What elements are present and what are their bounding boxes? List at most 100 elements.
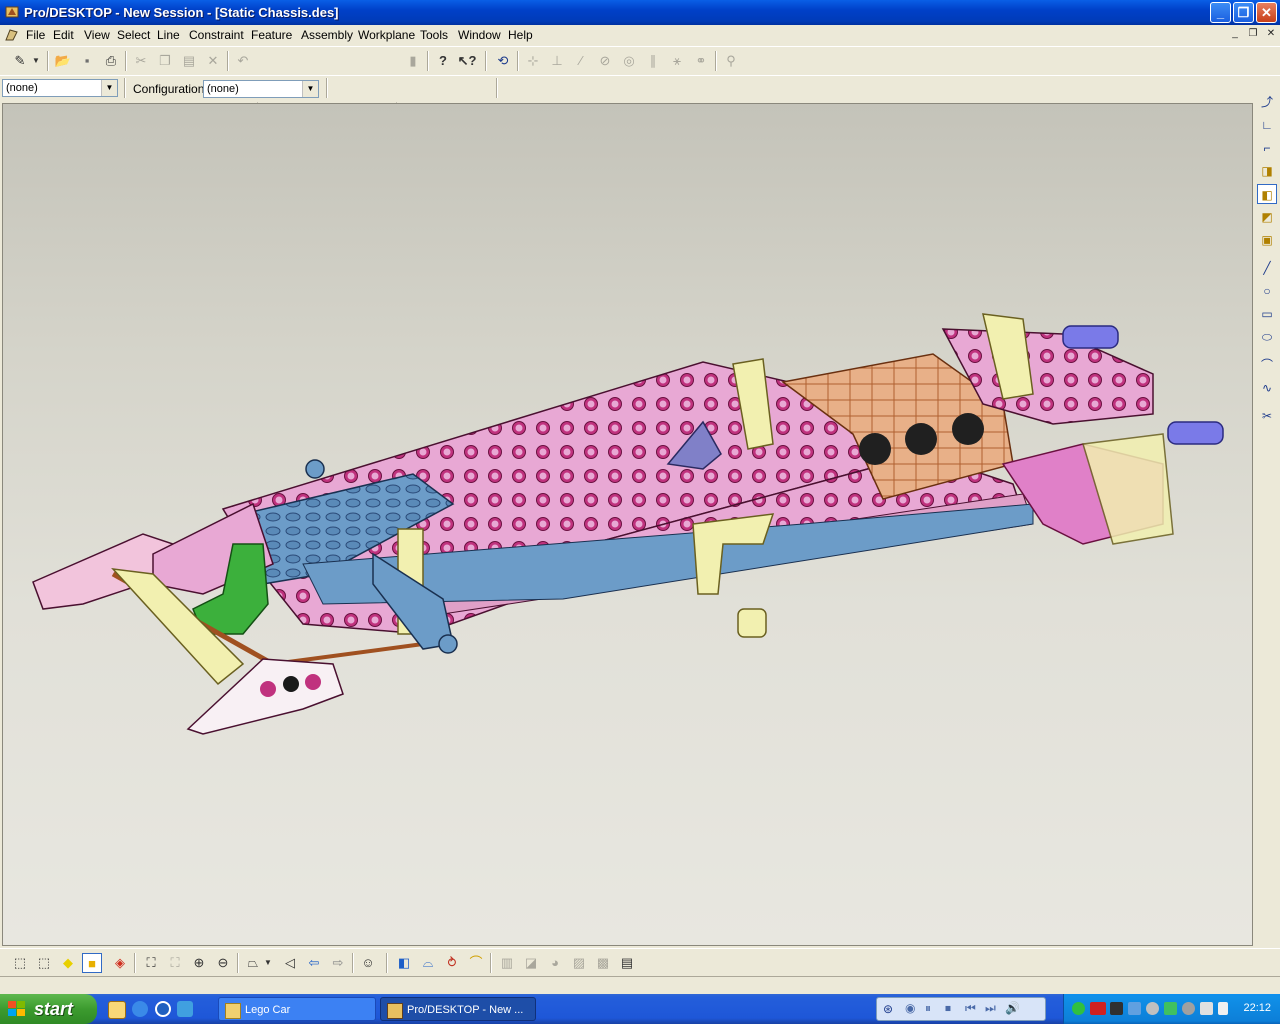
draft-icon[interactable]: ▨ [569,953,589,973]
menu-feature[interactable]: Feature [251,28,292,42]
quicklaunch-ie-icon[interactable] [132,1001,148,1017]
edge-select-icon[interactable]: ⌐ [1257,138,1277,158]
line-icon[interactable]: ╱ [1257,258,1277,278]
circle-icon[interactable]: ○ [1257,281,1277,301]
coincident-icon[interactable]: ⚭ [691,51,711,71]
chevron-down-icon[interactable]: ▼ [101,80,117,96]
rectangle-icon[interactable]: ▭ [1257,304,1277,324]
close-button[interactable]: ✕ [1256,2,1277,23]
messenger-icon[interactable] [1072,1002,1085,1015]
workplane-view-icon[interactable]: ⏢ [243,953,263,973]
start-button[interactable]: start [0,994,97,1024]
concentric-icon[interactable]: ◎ [619,51,639,71]
clock[interactable]: 22:12 [1243,1002,1271,1014]
whats-this-icon[interactable]: ↖? [457,51,477,71]
open-icon[interactable]: 📂 [53,51,73,71]
delete-icon[interactable]: ✕ [203,51,223,71]
forward-icon[interactable]: ⏭ [985,1001,996,1016]
prev-icon[interactable]: ◉ [905,1001,915,1015]
speaker-icon[interactable] [1218,1002,1228,1015]
perpendicular-icon[interactable]: ⊥ [547,51,567,71]
line-select-icon[interactable]: ∟ [1257,115,1277,135]
feature-select-icon[interactable]: ◩ [1257,207,1277,227]
ati-icon[interactable] [1090,1002,1106,1015]
antivirus-icon[interactable] [1146,1002,1159,1015]
restore-button[interactable]: ❐ [1233,2,1254,23]
previous-view-icon[interactable]: ◁ [280,953,300,973]
menu-window[interactable]: Window [458,28,501,42]
menu-view[interactable]: View [84,28,110,42]
undo-icon[interactable]: ↶ [233,51,253,71]
selection-combo[interactable]: (none) ▼ [2,79,118,97]
cut-icon[interactable]: ✂ [131,51,151,71]
zoom-out-icon[interactable]: ⊖ [213,953,233,973]
save-icon[interactable]: ▪ [77,51,97,71]
analyze-icon[interactable]: ⚲ [721,51,741,71]
snap-icon[interactable]: ✎ [10,51,30,71]
loft-icon[interactable]: ⌒ [466,953,486,973]
paste-icon[interactable]: ▤ [179,51,199,71]
chevron-down-icon[interactable]: ▼ [262,953,274,973]
enhanced-icon[interactable]: ■ [82,953,102,973]
update-icon[interactable] [1164,1002,1177,1015]
pause-icon[interactable]: ⏸ [925,1001,931,1016]
sweep-icon[interactable]: ⥁ [442,953,462,973]
symmetric-icon[interactable]: ⚹ [667,51,687,71]
quicklaunch-desktop-icon[interactable] [108,1001,126,1019]
smiley-icon[interactable]: ☺ [358,953,378,973]
menu-file[interactable]: File [26,28,45,42]
print-icon[interactable]: ⎙ [101,51,121,71]
task-lego-car[interactable]: Lego Car [218,997,376,1021]
pattern-icon[interactable]: ▩ [593,953,613,973]
quicklaunch-media-player-icon[interactable] [155,1001,171,1017]
doc-restore-button[interactable]: ❐ [1246,28,1260,41]
stop-icon[interactable]: ⏹ [945,1001,951,1016]
isometric-view-icon[interactable]: ⬚ [10,953,30,973]
fit-icon[interactable]: ⛶ [141,953,161,973]
copy-icon[interactable]: ❐ [155,51,175,71]
sketch-dimension-icon[interactable]: ⟲ [493,51,513,71]
equal-icon[interactable]: ∥ [643,51,663,71]
face-select-icon[interactable]: ◨ [1257,161,1277,181]
part-select-icon[interactable]: ◧ [1257,184,1277,204]
arc-icon[interactable]: ⌒ [1257,355,1277,375]
wireframe-icon[interactable]: ⬚ [34,953,54,973]
menu-workplane[interactable]: Workplane [358,28,415,42]
zoom-in-icon[interactable]: ⊕ [189,953,209,973]
doc-minimize-button[interactable]: _ [1228,28,1242,41]
document-icon[interactable] [4,28,19,42]
select-icon[interactable]: ⤴ [1257,92,1277,112]
menu-line[interactable]: Line [157,28,180,42]
rewind-icon[interactable]: ⏮ [965,1001,976,1016]
design-viewport[interactable] [2,103,1253,946]
shaded-icon[interactable]: ◆ [58,953,78,973]
steam-icon[interactable] [1110,1002,1123,1015]
ellipse-icon[interactable]: ⬭ [1257,327,1277,347]
chevron-down-icon[interactable]: ▼ [30,51,42,71]
constraint-icon[interactable]: ⊹ [523,51,543,71]
trim-icon[interactable]: ✂ [1257,406,1277,426]
zoom-window-icon[interactable]: ⛶ [165,953,185,973]
menu-edit[interactable]: Edit [53,28,74,42]
chevron-down-icon[interactable]: ▼ [302,81,318,97]
display-icon[interactable] [1200,1002,1213,1015]
back-icon[interactable]: ⇦ [304,953,324,973]
configuration-combo[interactable]: (none) ▼ [203,80,319,98]
realistic-icon[interactable]: ◈ [110,953,130,973]
doc-close-button[interactable]: ✕ [1264,28,1278,41]
menu-constraint[interactable]: Constraint [189,28,244,42]
forward-icon[interactable]: ⇨ [328,953,348,973]
shell-icon[interactable]: ▥ [497,953,517,973]
lego-chassis-model[interactable] [3,104,1253,946]
menu-assembly[interactable]: Assembly [301,28,353,42]
network-icon[interactable] [1128,1002,1141,1015]
workplane-select-icon[interactable]: ▣ [1257,230,1277,250]
settings-icon[interactable] [1182,1002,1195,1015]
media-player-toolbar[interactable]: ⊛ ◉ ⏸ ⏹ ⏮ ⏭ 🔊 [876,997,1046,1021]
thread-icon[interactable]: ▤ [617,953,637,973]
menu-help[interactable]: Help [508,28,533,42]
menu-tools[interactable]: Tools [420,28,448,42]
minimize-button[interactable]: _ [1210,2,1231,23]
menu-select[interactable]: Select [117,28,150,42]
extrude-icon[interactable]: ◧ [394,953,414,973]
